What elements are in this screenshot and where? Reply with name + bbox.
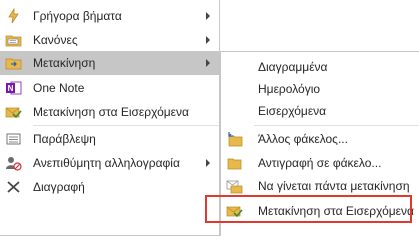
onenote-icon: N — [6, 81, 22, 95]
menu-separator — [33, 125, 219, 126]
submenu-item-label: Εισερχόμενα — [258, 104, 327, 118]
menu-item-quick-steps[interactable]: Γρήγορα βήματα — [0, 4, 219, 28]
submenu-item-label: Ημερολόγιο — [258, 82, 321, 96]
menu-item-delete[interactable]: Διαγραφή — [0, 175, 219, 199]
move-to-inbox-icon — [5, 107, 22, 119]
menu-item-rules[interactable]: Κανόνες — [0, 28, 219, 52]
menu-item-label: Μετακίνηση στα Εισερχόμενα — [33, 105, 189, 119]
submenu-item-copy-to-folder[interactable]: Αντιγραφή σε φάκελο... — [221, 151, 419, 175]
move-folder-icon — [5, 58, 22, 70]
chevron-right-icon — [206, 159, 210, 167]
menu-item-move-to-inbox[interactable]: Μετακίνηση στα Εισερχόμενα — [0, 100, 219, 124]
menu-item-label: Παράβλεψη — [33, 132, 96, 146]
menu-item-label: Κανόνες — [33, 33, 78, 47]
menu-item-label: Διαγραφή — [33, 180, 85, 194]
menu-item-label: Ανεπιθύμητη αλληλογραφία — [33, 156, 180, 170]
submenu-item-label: Διαγραμμένα — [258, 60, 328, 74]
svg-text:N: N — [8, 84, 14, 93]
menu-item-onenote[interactable]: N One Note — [0, 76, 219, 100]
rules-icon — [5, 35, 22, 47]
highlight-annotation — [205, 195, 412, 223]
menu-item-ignore[interactable]: Παράβλεψη — [0, 127, 219, 151]
submenu-item-label: Αντιγραφή σε φάκελο... — [258, 156, 382, 170]
delete-icon — [7, 181, 20, 193]
menu-item-move[interactable]: Μετακίνηση — [0, 51, 219, 75]
chevron-right-icon — [206, 12, 210, 20]
submenu-item-deleted[interactable]: Διαγραμμένα — [221, 55, 419, 79]
menu-item-junk[interactable]: Ανεπιθύμητη αλληλογραφία — [0, 151, 219, 175]
always-move-icon — [226, 180, 243, 194]
submenu-item-inbox[interactable]: Εισερχόμενα — [221, 99, 419, 123]
chevron-right-icon — [206, 59, 210, 67]
menu-item-label: One Note — [33, 81, 85, 95]
context-menu: Γρήγορα βήματα Κανόνες Μετακίνηση N One … — [0, 0, 220, 236]
chevron-right-icon — [206, 36, 210, 44]
quick-steps-icon — [8, 8, 19, 24]
junk-mail-icon — [6, 157, 22, 171]
menu-separator — [254, 125, 419, 126]
menu-item-label: Μετακίνηση — [33, 56, 96, 70]
submenu-item-calendar[interactable]: Ημερολόγιο — [221, 77, 419, 101]
menu-item-label: Γρήγορα βήματα — [33, 9, 122, 23]
submenu-item-other-folder[interactable]: Άλλος φάκελος... — [221, 127, 419, 151]
submenu-item-label: Άλλος φάκελος... — [258, 132, 348, 146]
copy-to-folder-icon — [227, 158, 242, 170]
submenu-item-label: Να γίνεται πάντα μετακίνηση — [258, 179, 410, 193]
other-folder-icon — [228, 132, 243, 147]
ignore-icon — [6, 133, 21, 145]
